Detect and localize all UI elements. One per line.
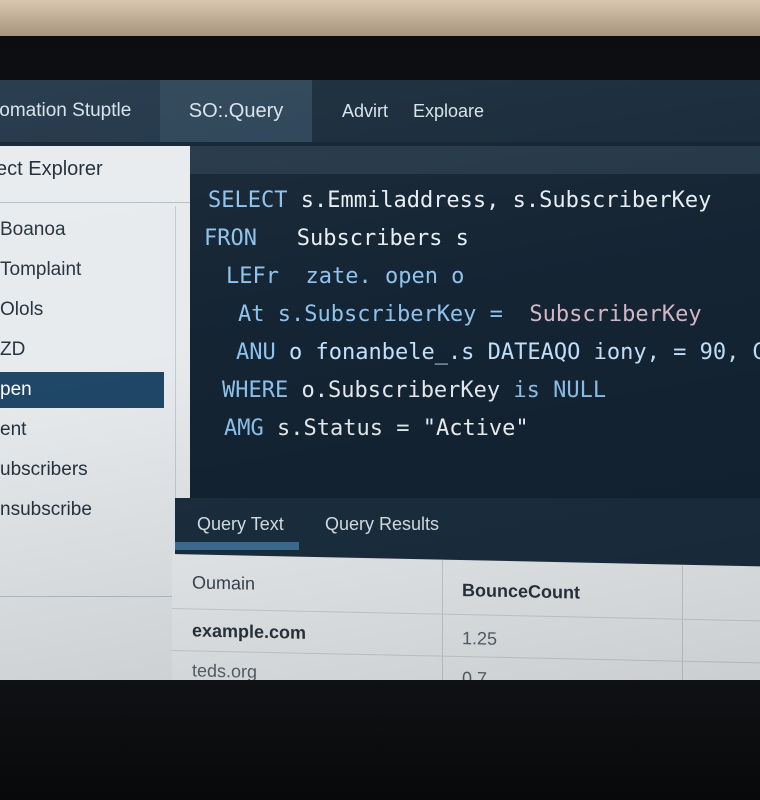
tab-sql-query[interactable]: SO:.Query [160, 80, 312, 142]
code-line: ANU o fonanbele_.s DATEAQO iony, = 90, G… [236, 340, 760, 365]
table-cell: 1.25 [462, 628, 498, 649]
tab-query-results[interactable]: Query Results [325, 498, 439, 550]
sidebar-item[interactable]: ubscribers [0, 452, 164, 488]
sidebar-divider [0, 202, 190, 203]
column-header-domain[interactable]: Oumain [192, 572, 255, 594]
sidebar-title: ect Explorer [0, 158, 103, 180]
sidebar-list: Boanoa Tomplaint Olols ZD pen ent ubscri… [0, 206, 176, 676]
code-line: FRON Subscribers s [204, 226, 469, 251]
sidebar-item[interactable]: Olols [0, 292, 164, 328]
results-table: Oumain BounceCount example.com 1.25 teds… [172, 554, 760, 692]
row-divider [172, 650, 760, 664]
sidebar-item[interactable]: Tomplaint [0, 252, 164, 288]
tab-explore[interactable]: Exploare [413, 80, 484, 142]
app-title: tomation Stuptle [0, 80, 160, 142]
code-line: SELECT s.Emmiladdress, s.SubscriberKey [208, 188, 712, 213]
tab-admin[interactable]: Advirt [342, 80, 388, 142]
column-divider [442, 559, 443, 692]
active-tab-indicator [175, 542, 299, 550]
column-header-bouncecount[interactable]: BounceCount [462, 580, 580, 603]
sidebar-item[interactable]: ent [0, 412, 164, 448]
object-explorer-sidebar: ect Explorer Boanoa Tomplaint Olols ZD p… [0, 146, 191, 692]
row-divider [172, 608, 760, 622]
code-line: At s.SubscriberKey = SubscriberKey [238, 302, 702, 327]
sidebar-list-end [0, 596, 176, 597]
sidebar-item[interactable]: ZD [0, 332, 164, 368]
monitor-bottom-bezel [0, 680, 760, 800]
code-line: LEFr zate. open o [226, 264, 465, 289]
column-divider [682, 564, 683, 692]
code-line: WHERE o.SubscriberKey is NULL [222, 378, 607, 403]
app-screen: tomation Stuptle SO:.Query Advirt Exploa… [0, 80, 760, 692]
sidebar-item-active[interactable]: pen [0, 372, 164, 408]
sidebar-item[interactable]: Boanoa [0, 212, 164, 248]
table-cell: example.com [192, 620, 307, 643]
top-tab-bar: tomation Stuptle SO:.Query Advirt Exploa… [0, 80, 760, 142]
sidebar-item[interactable]: nsubscribe [0, 492, 164, 528]
code-line: AMG s.Status = "Active" [224, 416, 529, 441]
editor-header-strip [190, 146, 760, 174]
